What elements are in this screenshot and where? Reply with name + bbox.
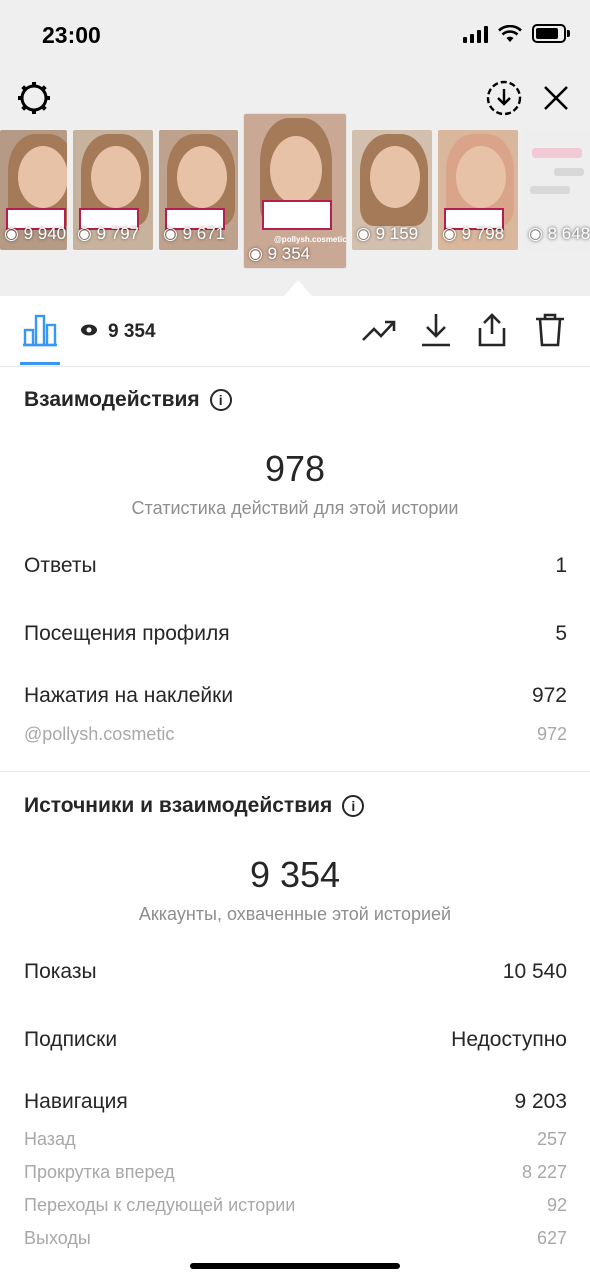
close-icon [544,86,568,110]
info-icon[interactable]: i [209,389,232,411]
stat-label: Переходы к следующей истории [24,1195,296,1215]
delete-button[interactable] [530,310,570,350]
story-thumbnail-selected[interactable]: @pollysh.cosmetic ◉ 9 354 [244,114,346,268]
reach-title-text: Источники и взаимодействия [24,794,333,817]
battery-icon [532,24,570,43]
signal-icon [463,25,488,43]
thumbnail-face [177,146,227,208]
story-thumbnail[interactable]: ◉ 9 798 [438,130,518,250]
navigation-sub-row: Выходы 627 [24,1228,567,1249]
navigation-sub-row: Назад 257 [24,1129,567,1150]
thumbnail-handle: @pollysh.cosmetic [274,235,346,244]
reach-caption: Аккаунты, охваченные этой историей [138,904,452,924]
stat-row: Нажатия на наклейки 972 [24,684,567,708]
share-icon [478,313,506,347]
thumbnail-face [370,146,420,208]
stat-row: Подписки Недоступно [24,1028,567,1052]
stat-label: Прокрутка вперед [24,1162,175,1182]
stat-row: Посещения профиля 5 [24,622,567,646]
thumbnail-face [456,146,506,208]
trending-icon [362,320,396,341]
gear-icon [18,82,50,114]
reach-total: 9 354 [249,854,341,895]
reach-title: Источники и взаимодействия i [24,794,365,818]
stat-label: Подписки [24,1028,118,1051]
story-thumbnail[interactable]: ◉ 9 940 [0,130,67,250]
stat-value: Недоступно [451,1028,567,1051]
thumbnail-chat-bubble [554,168,584,176]
settings-button[interactable] [14,78,54,118]
insights-tab[interactable] [20,310,60,350]
thumbnail-chat-bubble [530,186,570,194]
stat-value: 10 540 [502,960,567,983]
thumbnail-view-count: ◉ 9 798 [442,224,505,243]
wifi-icon [498,24,522,42]
thumbnail-sticker [262,200,332,230]
thumbnail-view-count: ◉ 9 671 [163,224,226,243]
thumbnail-view-count: ◉ 9 354 [248,244,311,263]
stat-label: Посещения профиля [24,622,230,645]
status-icons [463,24,570,43]
stat-value: 8 227 [521,1162,567,1182]
status-time: 23:00 [42,22,101,48]
stat-label: Выходы [24,1228,91,1248]
thumbnail-view-count: ◉ 9 940 [4,224,67,243]
bar-chart-icon [23,314,57,347]
stat-label: Показы [24,960,97,983]
thumbnail-view-count: ◉ 8 648 [528,224,590,243]
stat-value: 972 [531,684,567,707]
stat-value: 627 [536,1228,567,1248]
stat-label: Ответы [24,554,97,577]
close-button[interactable] [536,78,576,118]
stat-row: Ответы 1 [24,554,567,578]
promote-button[interactable] [359,310,399,350]
story-thumbnail[interactable]: ◉ 8 648 [524,130,590,250]
stat-label: Навигация [24,1090,128,1113]
stat-value: 92 [546,1195,567,1215]
sticker-sub-row: @pollysh.cosmetic 972 [24,724,567,745]
save-icon [486,80,522,116]
info-icon[interactable]: i [342,795,365,817]
thumbnail-chat-bubble [532,148,582,158]
stat-label: Назад [24,1129,76,1149]
thumbnail-view-count: ◉ 9 159 [356,224,419,243]
story-strip-area: 23:00 ◉ 9 940 ◉ 9 797 ◉ 9 671 @pollysh.c… [0,0,590,296]
eye-icon [81,324,97,336]
interactions-title: Взаимодействия i [24,388,232,412]
navigation-sub-row: Прокрутка вперед 8 227 [24,1162,567,1183]
active-tab-underline [20,362,60,365]
thumbnail-view-count: ◉ 9 797 [77,224,140,243]
interactions-total: 978 [264,448,326,489]
download-icon [422,314,450,347]
thumbnail-face [91,146,141,208]
trash-icon [536,313,564,347]
views-count: 9 354 [108,321,156,342]
story-thumbnail[interactable]: ◉ 9 797 [73,130,153,250]
home-indicator [190,1263,400,1269]
stat-value: 257 [536,1129,567,1149]
interactions-title-text: Взаимодействия [24,388,200,411]
stat-label: Нажатия на наклейки [24,684,234,707]
navigation-sub-row: Переходы к следующей истории 92 [24,1195,567,1216]
thumbnail-face [270,136,322,204]
stat-value: 5 [555,622,567,645]
download-button[interactable] [416,310,456,350]
thumbnail-face [18,146,67,208]
story-thumbnails: ◉ 9 940 ◉ 9 797 ◉ 9 671 @pollysh.cosmeti… [0,114,590,270]
stat-value: 1 [555,554,567,577]
selected-pointer [284,280,312,296]
interactions-caption: Статистика действий для этой истории [131,498,459,518]
stat-value: 972 [536,724,567,744]
insights-toolbar: 9 354 [0,296,590,367]
share-button[interactable] [472,310,512,350]
stat-label: @pollysh.cosmetic [24,724,175,744]
stat-row: Показы 10 540 [24,960,567,984]
save-story-button[interactable] [484,78,524,118]
section-divider [0,771,590,772]
stat-value: 9 203 [514,1090,567,1113]
stat-row: Навигация 9 203 [24,1090,567,1114]
story-thumbnail[interactable]: ◉ 9 671 [159,130,238,250]
story-thumbnail[interactable]: ◉ 9 159 [352,130,432,250]
